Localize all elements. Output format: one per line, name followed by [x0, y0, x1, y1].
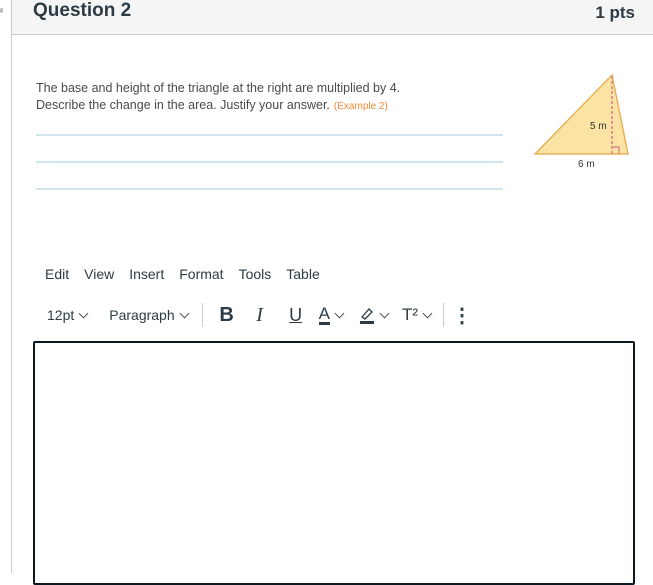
superscript-button[interactable]: T² — [401, 305, 433, 325]
menu-insert[interactable]: Insert — [129, 266, 164, 282]
question-title: Question 2 — [33, 0, 132, 21]
toolbar-separator — [443, 303, 445, 327]
base-label: 6 m — [578, 159, 595, 170]
underline-icon: U — [289, 304, 303, 325]
question-prompt: The base and height of the triangle at t… — [36, 80, 456, 115]
superscript-icon: T² — [401, 305, 419, 324]
text-color-icon: A — [318, 303, 330, 325]
underline-button[interactable]: U — [279, 305, 313, 326]
prompt-line-1: The base and height of the triangle at t… — [36, 81, 401, 95]
question-card: Question 2 1 pts The base and height of … — [11, 0, 653, 585]
chevron-down-icon — [422, 308, 433, 318]
toolbar-separator — [201, 303, 203, 327]
height-label: 5 m — [590, 121, 607, 132]
answer-line — [36, 188, 503, 190]
editor-menubar: Edit View Insert Format Tools Table — [45, 266, 335, 282]
block-format-value: Paragraph — [109, 307, 175, 323]
menu-edit[interactable]: Edit — [45, 266, 69, 282]
bold-button[interactable]: B — [213, 304, 241, 327]
answer-editor[interactable] — [33, 341, 635, 585]
prompt-line-2: Describe the change in the area. Justify… — [36, 98, 330, 112]
triangle-figure: 5 m 6 m — [533, 73, 629, 170]
text-color-button[interactable]: A — [318, 303, 345, 325]
menu-tools[interactable]: Tools — [239, 266, 272, 282]
more-vertical-icon: ⋮ — [452, 304, 473, 327]
more-options-button[interactable]: ⋮ — [452, 303, 473, 328]
editor-toolbar: 12pt Paragraph B I U A T² ⋮ — [47, 300, 473, 330]
highlight-color-button[interactable] — [359, 306, 390, 324]
menu-view[interactable]: View — [84, 266, 114, 282]
font-size-select[interactable]: 12pt — [47, 307, 89, 323]
example-reference: (Example 2) — [333, 101, 388, 112]
question-points: 1 pts — [595, 3, 635, 22]
collapse-handle-icon[interactable] — [0, 8, 3, 13]
left-gutter — [0, 0, 11, 573]
answer-line — [36, 161, 503, 163]
chevron-down-icon — [78, 308, 89, 318]
chevron-down-icon — [179, 308, 190, 318]
italic-button[interactable]: I — [241, 304, 279, 327]
block-format-select[interactable]: Paragraph — [109, 307, 190, 323]
font-size-value: 12pt — [47, 307, 75, 323]
highlighter-icon — [359, 308, 374, 324]
italic-icon: I — [256, 303, 263, 326]
triangle-shape — [533, 73, 629, 155]
question-header: Question 2 1 pts — [12, 0, 653, 35]
answer-line — [36, 134, 503, 136]
bold-icon: B — [219, 303, 234, 326]
menu-table[interactable]: Table — [286, 266, 319, 282]
chevron-down-icon — [334, 308, 345, 318]
chevron-down-icon — [379, 308, 390, 318]
menu-format[interactable]: Format — [179, 266, 223, 282]
